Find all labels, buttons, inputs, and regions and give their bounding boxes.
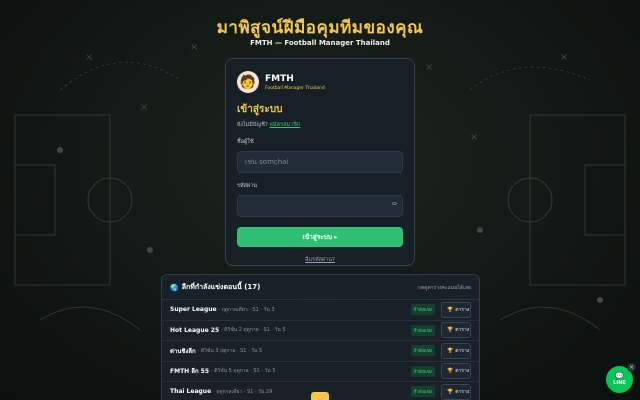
status-badge: กำลังแข่ง [410, 304, 435, 316]
view-table-label: ตาราง [455, 388, 470, 395]
league-info: FMTH ลีก 55 · ดิวิชั่น 5 ฤดูกาล · S1 · วั… [170, 366, 411, 376]
view-table-button[interactable]: 🏆 ตาราง [441, 342, 471, 359]
svg-text:×: × [425, 62, 433, 73]
globe-icon: 🌏 [170, 283, 179, 292]
brand-name: FMTH [265, 73, 294, 84]
trophy-icon: 🏆 [447, 327, 454, 334]
svg-text:×: × [560, 52, 568, 63]
view-table-label: ตาราง [455, 327, 470, 334]
leagues-header: 🌏 ลีกที่กำลังแข่งตอนนี้ (17) กดดูตารางคะ… [162, 275, 479, 300]
league-name: Super League [170, 306, 217, 314]
username-label: ชื่อผู้ใช้ [237, 139, 254, 145]
username-input[interactable] [237, 151, 403, 173]
status-badge: กำลังแข่ง [410, 386, 435, 398]
league-row[interactable]: Super League · ฤดูกาลเดียว · S1 · วัน 3 กำ… [162, 300, 479, 321]
view-table-label: ตาราง [455, 306, 470, 313]
no-account-text: ยังไม่มีบัญชี? [237, 122, 268, 128]
register-prompt: ยังไม่มีบัญชี? สมัครสมาชิก [237, 121, 403, 129]
svg-text:×: × [140, 102, 148, 113]
leagues-title-wrap: 🌏 ลีกที่กำลังแข่งตอนนี้ (17) [170, 282, 260, 293]
line-label: LINE [613, 380, 626, 386]
line-close-icon[interactable]: × [627, 363, 636, 372]
brand: 🧑 FMTH Football Manager Thailand [237, 71, 403, 93]
scroll-tab[interactable] [311, 392, 329, 400]
svg-text:×: × [470, 132, 478, 143]
view-table-button[interactable]: 🏆 ตาราง [441, 383, 471, 400]
league-meta: · ฤดูกาลเดียว · S1 · วัน 29 [213, 388, 273, 395]
hero-subtitle: FMTH — Football Manager Thailand [250, 39, 390, 47]
password-label: รหัสผ่าน [237, 183, 258, 189]
view-table-label: ตาราง [455, 368, 470, 375]
league-name: Hot League 25 [170, 326, 220, 334]
status-badge: กำลังแข่ง [410, 345, 435, 357]
league-info: Thai League · ฤดูกาลเดียว · S1 · วัน 29 [170, 388, 411, 396]
league-meta: · ดิวิชั่น 5 ฤดูกาล · S1 · วัน 5 [211, 368, 276, 375]
active-leagues-panel: 🌏 ลีกที่กำลังแข่งตอนนี้ (17) กดดูตารางคะ… [161, 274, 480, 400]
league-name: ด่านชิงลีก [170, 347, 196, 355]
league-list: Super League · ฤดูกาลเดียว · S1 · วัน 3 กำ… [162, 300, 479, 400]
trophy-icon: 🏆 [447, 368, 454, 375]
login-card: 🧑 FMTH Football Manager Thailand เข้าสู่… [225, 58, 415, 266]
leagues-hint: กดดูตารางคะแนนได้เลย [417, 284, 471, 291]
league-meta: · ฤดูกาลเดียว · S1 · วัน 3 [218, 306, 275, 313]
leagues-title: ลีกที่กำลังแข่งตอนนี้ (17) [181, 283, 261, 291]
league-row[interactable]: Hot League 25 · ดิวิชั่น 2 ฤดูกาล · S1 · … [162, 321, 479, 341]
league-row[interactable]: ด่านชิงลีก · ดิวิชั่น 3 ฤดูกาล · S1 · วัน… [162, 341, 479, 362]
manager-avatar-icon: 🧑 [237, 71, 259, 93]
league-meta: · ดิวิชั่น 3 ฤดูกาล · S1 · วัน 5 [197, 347, 263, 354]
login-button[interactable]: เข้าสู่ระบบ ▸ [237, 227, 403, 247]
league-info: Hot League 25 · ดิวิชั่น 2 ฤดูกาล · S1 · … [170, 326, 411, 334]
status-badge: กำลังแข่ง [410, 324, 435, 336]
forgot-password-link[interactable]: ลืมรหัสผ่าน? [237, 256, 403, 264]
view-table-button[interactable]: 🏆 ตาราง [441, 363, 471, 380]
league-info: ด่านชิงลีก · ดิวิชั่น 3 ฤดูกาล · S1 · วัน… [170, 346, 411, 356]
chat-bubble-icon: 💬 [615, 372, 624, 380]
league-row[interactable]: FMTH ลีก 55 · ดิวิชั่น 5 ฤดูกาล · S1 · วั… [162, 362, 479, 382]
league-name: FMTH ลีก 55 [170, 368, 210, 376]
login-title: เข้าสู่ระบบ [237, 104, 283, 115]
status-badge: กำลังแข่ง [410, 365, 435, 377]
league-meta: · ดิวิชั่น 2 ฤดูกาล · S1 · วัน 5 [221, 327, 286, 334]
brand-tagline: Football Manager Thailand [265, 85, 325, 91]
league-info: Super League · ฤดูกาลเดียว · S1 · วัน 3 [170, 306, 411, 314]
svg-text:×: × [85, 52, 93, 63]
show-password-icon[interactable] [392, 202, 397, 205]
view-table-label: ตาราง [455, 347, 470, 354]
league-name: Thai League [170, 388, 212, 396]
hero-title: มาพิสูจน์ฝีมือคุมทีมของคุณ [216, 18, 424, 38]
trophy-icon: 🏆 [447, 388, 454, 395]
register-link[interactable]: สมัครสมาชิก [270, 122, 301, 128]
trophy-icon: 🏆 [447, 306, 454, 313]
view-table-button[interactable]: 🏆 ตาราง [441, 301, 471, 318]
password-input[interactable] [237, 195, 403, 217]
view-table-button[interactable]: 🏆 ตาราง [441, 322, 471, 339]
trophy-icon: 🏆 [447, 347, 454, 354]
